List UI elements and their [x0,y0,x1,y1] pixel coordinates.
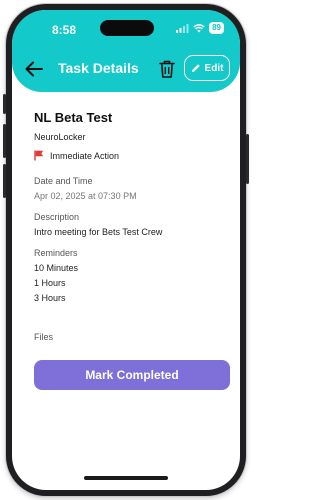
trash-icon [159,60,175,78]
signal-icon [176,23,189,33]
status-icons: 89 [176,22,224,34]
priority-row: Immediate Action [34,150,119,161]
home-indicator [84,476,168,480]
phone-frame: 8:58 89 Task Details Edit NL Beta Test N… [3,4,249,496]
silent-switch [3,94,6,114]
date-label: Date and Time [34,176,93,186]
edit-button[interactable]: Edit [184,55,230,81]
edit-button-label: Edit [204,62,224,74]
wifi-icon [193,23,205,32]
delete-button[interactable] [158,59,176,79]
task-title: NL Beta Test [34,110,113,125]
screen: 8:58 89 Task Details Edit NL Beta Test N… [12,10,240,490]
description-label: Description [34,212,80,222]
flag-icon [34,150,44,161]
dynamic-island [100,20,154,36]
volume-down-button [3,164,6,198]
page-title: Task Details [58,60,139,76]
power-button [246,134,249,184]
date-value: Apr 02, 2025 at 07:30 PM [34,191,137,201]
pencil-icon [191,64,200,72]
files-label: Files [34,332,54,342]
back-button[interactable] [24,60,44,78]
back-arrow-icon [25,61,43,77]
volume-up-button [3,124,6,158]
status-time: 8:58 [52,23,77,37]
reminder-item: 1 Hours [34,278,66,288]
priority-label: Immediate Action [50,150,120,161]
mark-completed-label: Mark Completed [85,368,179,382]
mark-completed-button[interactable]: Mark Completed [34,360,230,390]
reminders-label: Reminders [34,248,78,258]
reminder-item: 3 Hours [34,293,66,303]
reminder-item: 10 Minutes [34,263,79,273]
header-bar: 8:58 89 Task Details Edit [12,10,240,92]
description-value: Intro meeting for Bets Test Crew [34,227,163,237]
battery-icon: 89 [209,22,224,34]
task-project: NeuroLocker [34,132,86,142]
